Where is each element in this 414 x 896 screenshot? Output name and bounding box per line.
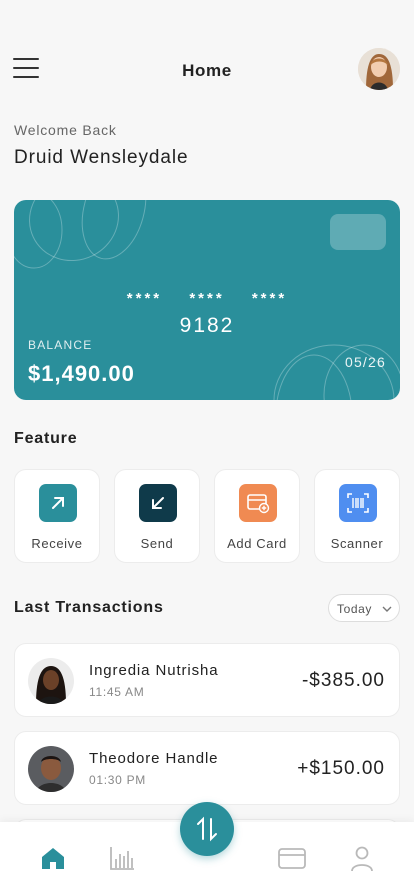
balance-label: BALANCE	[28, 338, 93, 352]
transaction-name: Theodore Handle	[89, 750, 219, 767]
add-card-button[interactable]: Add Card	[214, 469, 300, 563]
balance-card[interactable]: **** **** **** 9182 BALANCE $1,490.00 05…	[14, 200, 400, 400]
scanner-button[interactable]: Scanner	[314, 469, 400, 563]
feature-list: Receive Send Add Card Scanner	[14, 469, 400, 563]
avatar	[28, 658, 74, 704]
transaction-time: 01:30 PM	[89, 773, 146, 787]
feature-label: Scanner	[330, 536, 384, 551]
profile-icon[interactable]	[348, 844, 378, 874]
arrow-down-left-icon	[139, 484, 177, 522]
avatar	[28, 746, 74, 792]
welcome-greeting: Welcome Back	[14, 122, 117, 138]
date-filter-dropdown[interactable]: Today	[328, 594, 400, 622]
transaction-row[interactable]: Theodore Handle 01:30 PM +$150.00	[14, 731, 400, 805]
card-expiry: 05/26	[344, 354, 386, 370]
transaction-row[interactable]: Ingredia Nutrisha 11:45 AM -$385.00	[14, 643, 400, 717]
card-chip	[330, 214, 386, 250]
transfer-icon	[197, 816, 217, 842]
transactions-section-title: Last Transactions	[14, 599, 164, 616]
feature-label: Receive	[31, 536, 83, 551]
page-title: Home	[182, 61, 232, 80]
add-card-icon	[239, 484, 277, 522]
transaction-name: Ingredia Nutrisha	[89, 662, 219, 679]
stats-chart-icon[interactable]	[108, 844, 138, 874]
card-icon[interactable]	[277, 844, 309, 874]
receive-button[interactable]: Receive	[14, 469, 100, 563]
feature-label: Send	[140, 536, 174, 551]
card-masked-number: **** **** ****	[14, 290, 400, 307]
chevron-down-icon	[382, 606, 392, 612]
transfer-button[interactable]	[180, 802, 234, 856]
masked-group: ****	[126, 290, 163, 307]
user-avatar[interactable]	[358, 48, 400, 90]
arrow-up-right-icon	[39, 484, 77, 522]
masked-group: ****	[251, 290, 288, 307]
home-icon[interactable]	[39, 844, 69, 874]
user-name: Druid Wensleydale	[14, 147, 189, 168]
barcode-scanner-icon	[339, 484, 377, 522]
card-last-digits: 9182	[179, 314, 235, 337]
transaction-time: 11:45 AM	[89, 685, 145, 699]
feature-label: Add Card	[227, 536, 287, 551]
send-button[interactable]: Send	[114, 469, 200, 563]
masked-group: ****	[189, 290, 225, 307]
balance-value: $1,490.00	[28, 361, 135, 386]
transaction-amount: +$150.00	[297, 758, 385, 779]
feature-section-title: Feature	[14, 430, 78, 447]
date-filter-value: Today	[337, 602, 373, 616]
app-header: Home	[0, 48, 414, 92]
transaction-amount: -$385.00	[301, 670, 385, 691]
